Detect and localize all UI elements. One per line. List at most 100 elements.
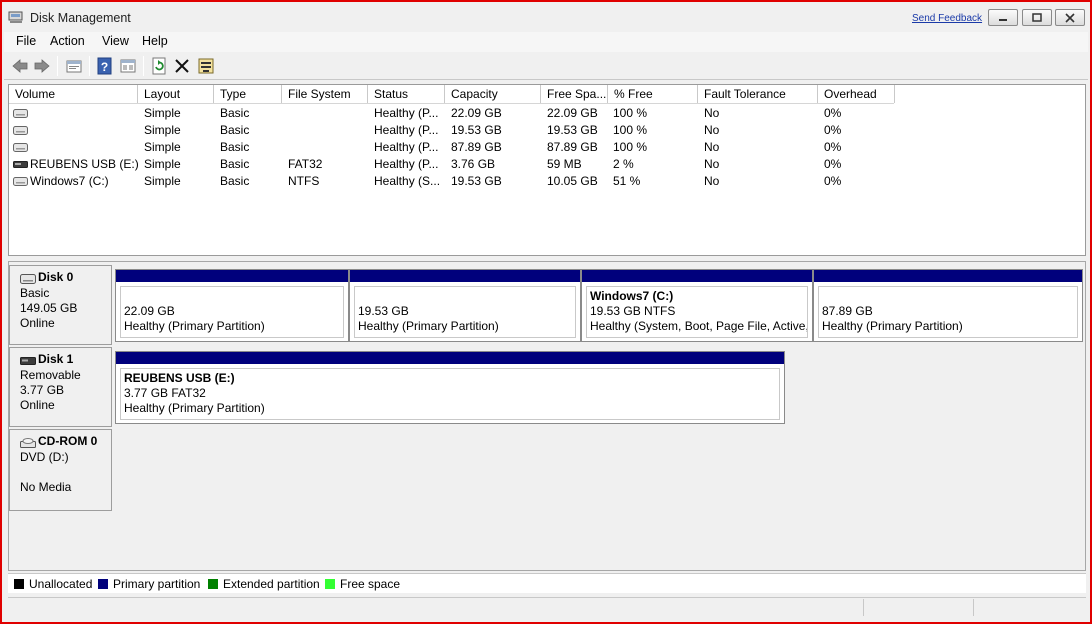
partition-body: 22.09 GB Healthy (Primary Partition) [120,286,344,338]
cell-overhead: 0% [824,106,842,120]
cdrom-0-type: DVD (D:) [20,450,69,464]
partition-label [124,289,343,304]
header-divider [9,103,894,104]
partition-body: 19.53 GB Healthy (Primary Partition) [354,286,576,338]
cell-percent-free: 2 % [613,157,634,171]
legend-free-space: Free space [325,577,400,591]
volume-icon [13,126,28,135]
disk-graphical-view: Disk 0 Basic 149.05 GB Online 22.09 GB H… [8,261,1086,571]
partition-disk0-2[interactable]: 19.53 GB Healthy (Primary Partition) [349,269,581,342]
maximize-button[interactable] [1022,9,1052,26]
table-row[interactable]: Windows7 (C:) Simple Basic NTFS Healthy … [9,173,1085,190]
minimize-button[interactable] [988,9,1018,26]
cell-percent-free: 51 % [613,174,641,188]
table-row[interactable]: Simple Basic Healthy (P... 19.53 GB 19.5… [9,122,1085,139]
partition-disk0-1[interactable]: 22.09 GB Healthy (Primary Partition) [115,269,349,342]
menu-file[interactable]: File [16,34,36,48]
cell-layout: Simple [144,123,181,137]
back-icon[interactable] [10,56,30,76]
partition-size: 87.89 GB [822,304,873,318]
refresh-icon[interactable] [149,56,169,76]
cell-file-system: NTFS [288,174,320,188]
volume-icon [13,177,28,186]
cell-volume: REUBENS USB (E:) [30,157,139,171]
cell-overhead: 0% [824,157,842,171]
table-row[interactable]: Simple Basic Healthy (P... 22.09 GB 22.0… [9,105,1085,122]
cell-capacity: 19.53 GB [451,174,502,188]
cdrom-0-label[interactable]: CD-ROM 0 DVD (D:) No Media [9,429,112,511]
cell-layout: Simple [144,106,181,120]
disk-0-size: 149.05 GB [20,301,78,315]
legend-unallocated: Unallocated [14,577,92,591]
legend-primary-partition: Primary partition [98,577,200,591]
cdrom-0-size [20,465,111,480]
column-header-volume[interactable]: Volume [9,85,138,103]
column-header-file-system[interactable]: File System [282,85,368,103]
disk-0-name: Disk 0 [38,270,74,284]
column-header-free-space[interactable]: Free Spa... [541,85,608,103]
free-space-swatch [325,579,335,589]
primary-partition-bar [116,352,784,364]
close-button[interactable] [1055,9,1085,26]
menu-help[interactable]: Help [142,34,168,48]
column-header-overhead[interactable]: Overhead [818,85,895,103]
column-header-layout[interactable]: Layout [138,85,214,103]
properties-icon[interactable] [64,56,84,76]
cell-free-space: 19.53 GB [547,123,598,137]
disk-1-type: Removable [20,368,81,382]
send-feedback-link[interactable]: Send Feedback [912,13,982,24]
cell-free-space: 59 MB [547,157,582,171]
partition-size: 22.09 GB [124,304,175,318]
view-icon[interactable] [118,56,138,76]
cell-file-system: FAT32 [288,157,323,171]
table-row[interactable]: REUBENS USB (E:) Simple Basic FAT32 Heal… [9,156,1085,173]
forward-icon[interactable] [32,56,52,76]
column-header-type[interactable]: Type [214,85,282,103]
primary-partition-bar [814,270,1082,282]
cdrom-0-name: CD-ROM 0 [38,434,98,448]
partition-windows7-c[interactable]: Windows7 (C:) 19.53 GB NTFS Healthy (Sys… [581,269,813,342]
column-header-status[interactable]: Status [368,85,445,103]
column-header-fault-tolerance[interactable]: Fault Tolerance [698,85,818,103]
cell-type: Basic [220,174,250,188]
cell-fault-tolerance: No [704,106,720,120]
disk-0-label[interactable]: Disk 0 Basic 149.05 GB Online [9,265,112,345]
partition-reubens-usb-e[interactable]: REUBENS USB (E:) 3.77 GB FAT32 Healthy (… [115,351,785,424]
partition-size: 3.77 GB FAT32 [124,386,206,400]
partition-label [358,289,575,304]
cell-status: Healthy (P... [374,157,439,171]
cell-status: Healthy (P... [374,123,439,137]
help-icon[interactable]: ? [95,56,115,76]
partition-label [822,289,1077,304]
menu-action[interactable]: Action [50,34,85,48]
cell-percent-free: 100 % [613,106,648,120]
cell-percent-free: 100 % [613,123,648,137]
cell-status: Healthy (P... [374,106,439,120]
close-icon [1065,13,1075,23]
column-header-capacity[interactable]: Capacity [445,85,541,103]
legend: Unallocated Primary partition Extended p… [8,573,1086,593]
partition-disk0-4[interactable]: 87.89 GB Healthy (Primary Partition) [813,269,1083,342]
cell-volume: Windows7 (C:) [30,174,109,188]
column-header-percent-free[interactable]: % Free [608,85,698,103]
disk-management-icon [8,11,23,23]
cell-free-space: 22.09 GB [547,106,598,120]
extended-partition-swatch [208,579,218,589]
cell-status: Healthy (P... [374,140,439,154]
legend-extended-partition: Extended partition [208,577,320,591]
primary-partition-bar [350,270,580,282]
toolbar: ? [4,52,1088,80]
toolbar-separator [57,56,58,76]
unallocated-swatch [14,579,24,589]
primary-partition-bar [116,270,348,282]
toolbar-separator [89,56,90,76]
table-row[interactable]: Simple Basic Healthy (P... 87.89 GB 87.8… [9,139,1085,156]
disk-1-label[interactable]: Disk 1 Removable 3.77 GB Online [9,347,112,427]
hard-disk-icon [20,274,36,284]
disk-1-name: Disk 1 [38,352,74,366]
disk-1-state: Online [20,398,55,412]
delete-icon[interactable] [172,56,192,76]
removable-disk-icon [20,357,36,365]
menu-view[interactable]: View [102,34,129,48]
rescan-icon[interactable] [196,56,216,76]
